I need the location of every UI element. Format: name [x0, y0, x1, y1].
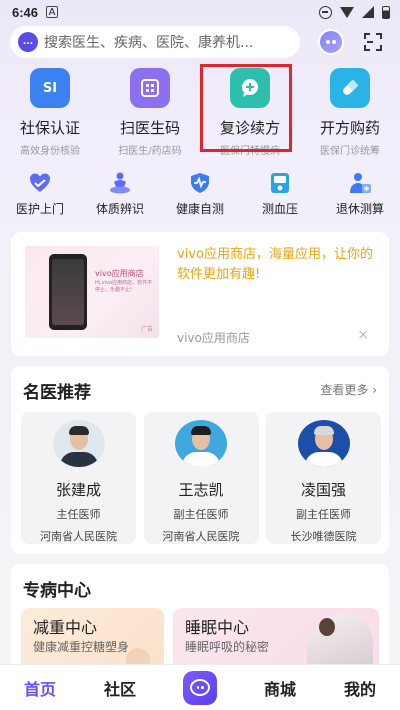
tools-row: 医护上门 体质辨识 健康自测 测血压 退休测算 — [0, 172, 400, 218]
qr-code-icon — [130, 68, 170, 108]
doctor-hospital: 长沙唯德医院 — [290, 530, 357, 543]
tile-subtitle: 睡眠呼吸的秘密 — [185, 640, 270, 654]
search-row: ... 搜索医生、疾病、医院、康养机... — [10, 26, 390, 58]
doctor-name: 凌国强 — [300, 481, 346, 499]
doctor-hospital: 河南省人民医院 — [40, 530, 117, 543]
search-logo-icon: ... — [18, 32, 38, 52]
heart-hands-icon — [28, 172, 52, 194]
ad-text: vivo应用商店，海量应用，让你的软件更加有趣! — [177, 247, 373, 282]
chat-plus-icon — [230, 68, 270, 108]
service-revisit-prescription[interactable]: 复诊续方 医保门特慢病 — [200, 68, 300, 158]
doctor-card-item[interactable]: 张建成 主任医师 河南省人民医院 — [21, 412, 136, 544]
doctor-list: 张建成 主任医师 河南省人民医院 王志凯 副主任医师 河南省人民医院 凌国强 副… — [21, 412, 381, 546]
do-not-disturb-icon — [319, 5, 332, 19]
signal-icon — [362, 6, 374, 18]
tool-self-test[interactable]: 健康自测 — [160, 172, 240, 218]
doctor-card-item[interactable]: 王志凯 副主任医师 河南省人民医院 — [143, 412, 259, 544]
blood-pressure-icon — [268, 172, 292, 194]
service-title: 扫医生码 — [119, 119, 180, 137]
si-card-icon: SI — [30, 68, 70, 108]
service-title: 社保认证 — [19, 119, 80, 137]
doctor-avatar — [52, 420, 105, 467]
search-placeholder: 搜索医生、疾病、医院、康养机... — [44, 35, 254, 51]
tab-center — [160, 670, 240, 705]
section-title: 名医推荐 — [23, 383, 91, 403]
service-subtitle: 高效身份核验 — [20, 146, 80, 157]
doctor-avatar — [297, 420, 350, 467]
service-scan-doctor[interactable]: 扫医生码 扫医生/药店码 — [100, 68, 200, 158]
section-title: 专病中心 — [23, 581, 91, 601]
tool-retirement-calc[interactable]: 退休测算 — [320, 172, 400, 218]
famous-doctors-card: 名医推荐 查看更多 › 张建成 主任医师 河南省人民医院 王志凯 副主任医师 河… — [11, 366, 389, 554]
tile-subtitle: 健康减重控糖塑身 — [33, 640, 130, 654]
tool-label: 退休测算 — [335, 202, 384, 216]
wifi-icon — [340, 6, 354, 18]
service-subtitle: 医保门特慢病 — [220, 146, 280, 157]
tab-mall[interactable]: 商城 — [240, 676, 320, 700]
service-title: 复诊续方 — [219, 119, 280, 137]
doctor-title: 主任医师 — [56, 508, 101, 521]
ad-thumb-text: Hi,vivo应用商店，软件不停止，乐趣不止! — [95, 280, 153, 293]
meditation-icon — [108, 172, 132, 194]
tool-label: 医护上门 — [15, 202, 64, 216]
battery-icon — [382, 5, 390, 19]
ad-close-button[interactable]: × — [357, 327, 369, 343]
pill-icon — [330, 68, 370, 108]
bottom-tab-bar: 首页 社区 商城 我的 — [0, 664, 400, 710]
doctor-name: 王志凯 — [178, 481, 224, 499]
view-more-link[interactable]: 查看更多 › — [320, 381, 377, 398]
ad-thumb-title: vivo应用商店 — [95, 269, 144, 278]
doctor-hospital: 河南省人民医院 — [162, 530, 240, 543]
status-bar: 6:46 A — [0, 0, 400, 24]
scan-icon[interactable] — [364, 33, 382, 51]
service-subtitle: 医保门诊统筹 — [320, 146, 380, 157]
search-input[interactable]: ... 搜索医生、疾病、医院、康养机... — [10, 26, 300, 58]
main-services: SI 社保认证 高效身份核验 扫医生码 扫医生/药店码 复诊续方 医保门特慢病 … — [0, 68, 400, 158]
tool-label: 健康自测 — [175, 202, 224, 216]
tab-mine[interactable]: 我的 — [320, 676, 400, 700]
doctor-name: 张建成 — [55, 481, 101, 499]
tab-home[interactable]: 首页 — [0, 676, 80, 700]
doctor-card-item[interactable]: 凌国强 副主任医师 长沙唯德医院 — [266, 412, 381, 544]
service-title: 开方购药 — [319, 119, 380, 137]
tile-title: 睡眠中心 — [185, 618, 250, 637]
person-calc-icon — [348, 172, 372, 194]
service-buy-medicine[interactable]: 开方购药 医保门诊统筹 — [300, 68, 400, 158]
tool-label: 测血压 — [261, 202, 298, 216]
tab-community[interactable]: 社区 — [80, 676, 160, 700]
status-time: 6:46 — [12, 4, 39, 20]
ad-source: vivo应用商店 — [177, 331, 250, 345]
tile-title: 减重中心 — [33, 618, 98, 637]
ad-thumbnail: vivo应用商店 Hi,vivo应用商店，软件不停止，乐趣不止! 广告 — [25, 246, 159, 338]
service-social-security[interactable]: SI 社保认证 高效身份核验 — [0, 68, 100, 158]
doctor-title: 副主任医师 — [173, 508, 229, 521]
status-icons — [319, 5, 390, 19]
tool-label: 体质辨识 — [95, 202, 144, 216]
tool-home-care[interactable]: 医护上门 — [0, 172, 80, 218]
doctor-avatar — [175, 420, 227, 467]
phone-image-icon — [49, 254, 87, 330]
ad-card[interactable]: vivo应用商店 Hi,vivo应用商店，软件不停止，乐趣不止! 广告 vivo… — [11, 232, 389, 356]
chat-bubble-icon[interactable] — [183, 670, 217, 705]
special-center-card: 专病中心 减重中心 健康减重控糖塑身 睡眠中心 睡眠呼吸的秘密 — [11, 564, 389, 674]
assistant-avatar-icon[interactable] — [318, 29, 344, 55]
service-subtitle: 扫医生/药店码 — [118, 146, 182, 157]
doctor-title: 副主任医师 — [296, 508, 351, 521]
tool-constitution[interactable]: 体质辨识 — [80, 172, 160, 218]
tool-blood-pressure[interactable]: 测血压 — [240, 172, 320, 218]
shield-pulse-icon — [188, 172, 212, 194]
ad-thumb-mark: 广告 — [140, 326, 153, 333]
notification-icon: A — [46, 6, 59, 18]
